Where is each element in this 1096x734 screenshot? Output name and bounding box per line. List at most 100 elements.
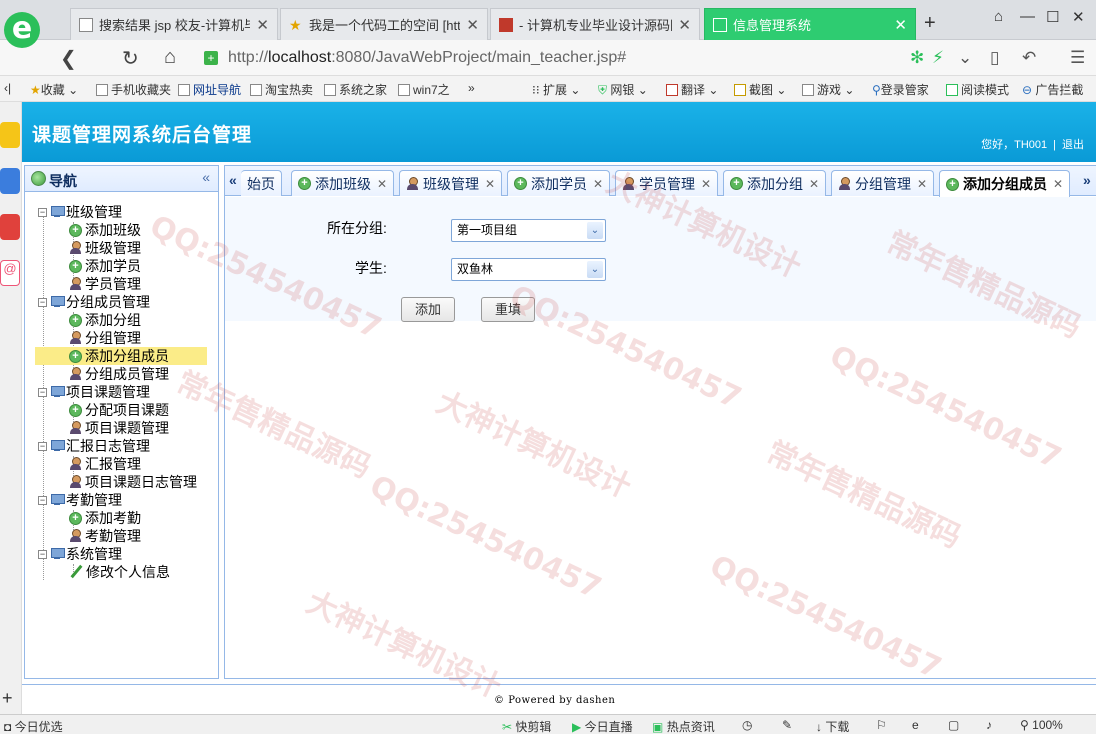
bookmark-item[interactable]: 网址导航 bbox=[178, 81, 241, 98]
scroll-right-icon[interactable]: » bbox=[1083, 172, 1091, 188]
tree-item-project-manage[interactable]: 项目课题管理 bbox=[69, 419, 169, 437]
tab-group-manage[interactable]: 分组管理 ✕ bbox=[831, 170, 935, 196]
window-icon[interactable]: ▢ bbox=[948, 718, 959, 732]
collapse-icon[interactable]: « bbox=[202, 169, 210, 185]
reader-icon[interactable] bbox=[0, 168, 20, 194]
browser-tab[interactable]: - 计算机专业毕业设计源码网 ✕ bbox=[490, 8, 700, 40]
close-icon[interactable]: ✕ bbox=[377, 177, 387, 191]
add-icon[interactable]: + bbox=[2, 688, 13, 709]
mail-icon[interactable]: @ bbox=[0, 260, 20, 286]
pin-icon[interactable]: ✎ bbox=[782, 718, 792, 732]
minimize-button[interactable]: — bbox=[1020, 8, 1035, 25]
tab-add-class[interactable]: + 添加班级 ✕ bbox=[291, 170, 395, 196]
logout-link[interactable]: 退出 bbox=[1062, 139, 1084, 151]
tree-item-edit-profile[interactable]: 修改个人信息 bbox=[69, 563, 170, 581]
close-icon[interactable]: ✕ bbox=[701, 177, 711, 191]
refresh-button[interactable]: ↻ bbox=[122, 46, 139, 71]
ie-icon[interactable]: e bbox=[912, 718, 919, 732]
tree-item-group-member-manage[interactable]: 分组成员管理 bbox=[69, 365, 169, 383]
close-icon[interactable]: ✕ bbox=[917, 177, 927, 191]
maximize-button[interactable]: ☐ bbox=[1046, 8, 1059, 26]
tree-item-add-class[interactable]: + 添加班级 bbox=[69, 221, 141, 239]
close-icon[interactable]: ✕ bbox=[894, 16, 907, 34]
tree-group-group-members[interactable]: − 分组成员管理 bbox=[38, 293, 150, 311]
weibo-icon[interactable] bbox=[0, 214, 20, 240]
close-icon[interactable]: ✕ bbox=[678, 16, 691, 34]
tree-group-system[interactable]: − 系统管理 bbox=[38, 545, 122, 563]
close-icon[interactable]: ✕ bbox=[466, 16, 479, 34]
toolbar-extensions[interactable]: ⁝⁝ 扩展 ⌄ bbox=[532, 81, 580, 98]
favorites-icon[interactable] bbox=[0, 122, 20, 148]
sidebar-toggle-icon[interactable]: ‹| bbox=[4, 81, 11, 95]
skin-icon[interactable]: ⌂ bbox=[994, 8, 1003, 25]
chevron-down-icon[interactable]: ⌄ bbox=[587, 261, 603, 278]
tree-group-report-log[interactable]: − 汇报日志管理 bbox=[38, 437, 150, 455]
tree-item-add-group-member-selected[interactable]: + 添加分组成员 bbox=[35, 347, 207, 365]
tree-item-class-manage[interactable]: 班级管理 bbox=[69, 239, 141, 257]
student-select[interactable]: 双鱼林 ⌄ bbox=[451, 258, 606, 281]
url-field[interactable]: + http://localhost:8080/JavaWebProject/m… bbox=[204, 45, 952, 71]
tree-group-project[interactable]: − 项目课题管理 bbox=[38, 383, 150, 401]
volume-icon[interactable]: ♪ bbox=[986, 718, 992, 732]
bookmark-favorites[interactable]: ★收藏 ⌄ bbox=[30, 81, 78, 98]
close-icon[interactable]: ✕ bbox=[256, 16, 269, 34]
close-icon[interactable]: ✕ bbox=[809, 177, 819, 191]
toolbar-screenshot[interactable]: 截图 ⌄ bbox=[734, 81, 786, 98]
chevron-down-icon[interactable]: ⌄ bbox=[587, 222, 603, 239]
home-button[interactable]: ⌂ bbox=[164, 46, 176, 69]
tab-add-group[interactable]: + 添加分组 ✕ bbox=[723, 170, 827, 196]
bookmark-item[interactable]: 系统之家 bbox=[324, 81, 387, 98]
close-icon[interactable]: ✕ bbox=[593, 177, 603, 191]
tree-item-add-student[interactable]: + 添加学员 bbox=[69, 257, 141, 275]
lightning-icon[interactable]: ⚡ bbox=[932, 48, 944, 68]
collapse-toggle-icon[interactable]: − bbox=[38, 441, 47, 451]
toolbar-reading-mode[interactable]: 阅读模式 bbox=[946, 81, 1009, 98]
tree-item-attendance-manage[interactable]: 考勤管理 bbox=[69, 527, 141, 545]
clock-icon[interactable]: ◷ bbox=[742, 718, 752, 732]
add-button[interactable]: 添加 bbox=[401, 297, 455, 322]
more-bookmarks-icon[interactable]: » bbox=[468, 81, 475, 95]
collapse-toggle-icon[interactable]: − bbox=[38, 549, 47, 559]
tab-class-manage[interactable]: 班级管理 ✕ bbox=[399, 170, 503, 196]
close-window-button[interactable]: ✕ bbox=[1072, 8, 1085, 26]
close-icon[interactable]: ✕ bbox=[1053, 177, 1063, 191]
tree-item-student-manage[interactable]: 学员管理 bbox=[69, 275, 141, 293]
tab-home[interactable]: 始页 bbox=[241, 170, 282, 196]
tab-student-manage[interactable]: 学员管理 ✕ bbox=[615, 170, 719, 196]
collapse-toggle-icon[interactable]: − bbox=[38, 297, 47, 307]
tree-item-add-attendance[interactable]: + 添加考勤 bbox=[69, 509, 141, 527]
tree-item-add-group[interactable]: + 添加分组 bbox=[69, 311, 141, 329]
bookmark-item[interactable]: 手机收藏夹 bbox=[96, 81, 171, 98]
tree-item-assign-project[interactable]: + 分配项目课题 bbox=[69, 401, 169, 419]
menu-icon[interactable]: ☰ bbox=[1070, 48, 1085, 68]
bookmark-item[interactable]: 淘宝热卖 bbox=[250, 81, 313, 98]
bookmark-item[interactable]: win7之 bbox=[398, 81, 450, 98]
flag-icon[interactable]: ⚐ bbox=[876, 718, 887, 732]
tree-item-project-log-manage[interactable]: 项目课题日志管理 bbox=[69, 473, 197, 491]
browser-tab-active[interactable]: 信息管理系统 ✕ bbox=[704, 8, 916, 40]
tree-group-class[interactable]: − 班级管理 bbox=[38, 203, 122, 221]
scroll-left-icon[interactable]: « bbox=[229, 172, 237, 188]
toolbar-bank[interactable]: ⛨ 网银 ⌄ bbox=[598, 81, 648, 98]
close-icon[interactable]: ✕ bbox=[485, 177, 495, 191]
zoom-control[interactable]: ⚲ 100% bbox=[1020, 718, 1063, 732]
toolbar-games[interactable]: 游戏 ⌄ bbox=[802, 81, 854, 98]
toolbar-login-manager[interactable]: ⚲登录管家 bbox=[872, 81, 929, 98]
tab-add-group-member-active[interactable]: + 添加分组成员 ✕ bbox=[939, 170, 1071, 197]
tree-group-attendance[interactable]: − 考勤管理 bbox=[38, 491, 122, 509]
new-tab-button[interactable]: + bbox=[924, 12, 936, 35]
toolbar-adblock[interactable]: ⊖ 广告拦截 bbox=[1022, 81, 1083, 98]
status-item-download[interactable]: ↓ 下载 bbox=[816, 718, 849, 734]
collapse-toggle-icon[interactable]: − bbox=[38, 387, 47, 397]
accelerate-icon[interactable]: ✻ bbox=[910, 48, 924, 68]
back-button[interactable]: ❮ bbox=[60, 46, 77, 71]
today-picks[interactable]: ◘ 今日优选 bbox=[4, 718, 63, 734]
tab-add-student[interactable]: + 添加学员 ✕ bbox=[507, 170, 611, 196]
status-item-live[interactable]: ▶ 今日直播 bbox=[572, 718, 633, 734]
tree-item-report-manage[interactable]: 汇报管理 bbox=[69, 455, 141, 473]
status-item-clip[interactable]: ✂ 快剪辑 bbox=[502, 718, 551, 734]
browser-tab[interactable]: 搜索结果 jsp 校友-计算机毕 ✕ bbox=[70, 8, 278, 40]
reset-button[interactable]: 重填 bbox=[481, 297, 535, 322]
dropdown-icon[interactable]: ⌄ bbox=[958, 48, 972, 68]
group-select[interactable]: 第一项目组 ⌄ bbox=[451, 219, 606, 242]
